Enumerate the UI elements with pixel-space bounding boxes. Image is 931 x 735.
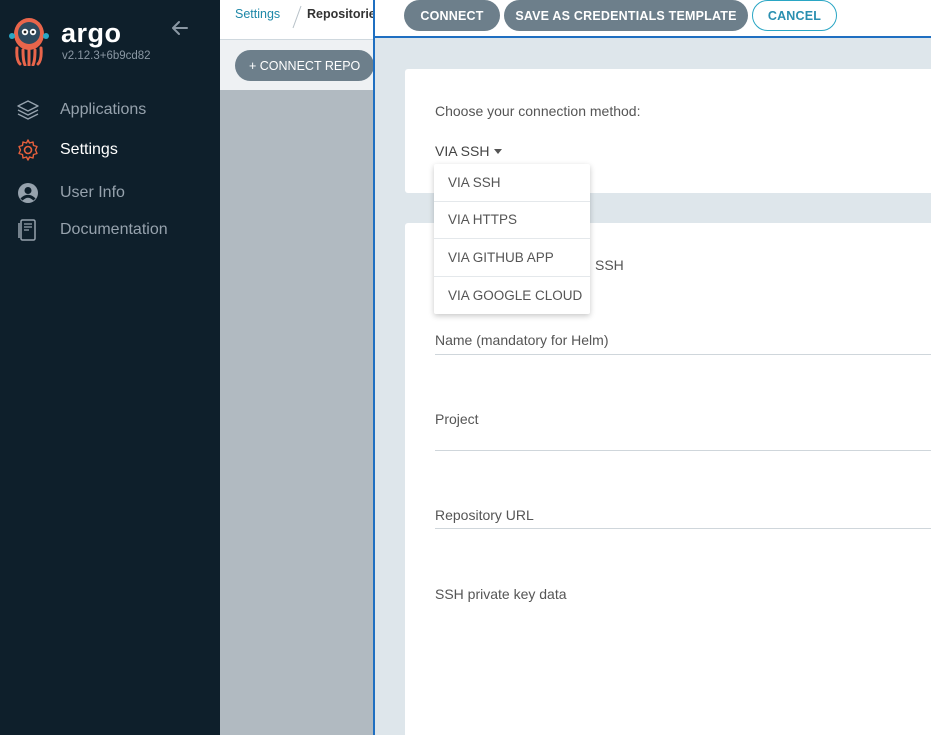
breadcrumb-separator-icon [292,5,302,29]
ssh-private-key-field-label: SSH private key data [435,586,567,602]
sidebar-item-label: User Info [60,184,125,201]
project-field[interactable]: Project [435,411,931,451]
dropdown-option-github-app[interactable]: VIA GITHUB APP [434,239,590,277]
breadcrumb-repositories: Repositories [307,7,383,21]
brand-name: argo [61,18,122,48]
panel-header: CONNECT SAVE AS CREDENTIALS TEMPLATE CAN… [375,0,931,38]
dropdown-option-https[interactable]: VIA HTTPS [434,202,590,239]
name-field-label: Name (mandatory for Helm) [435,332,609,348]
section-title: SSH [595,257,624,273]
arrow-left-icon[interactable] [170,18,190,38]
argo-logo-icon[interactable] [8,14,50,66]
version-label: v2.12.3+6b9cd82 [62,50,151,62]
sidebar-item-applications[interactable]: Applications [16,97,146,123]
repository-url-field-label: Repository URL [435,507,534,523]
name-field-underline [435,354,931,355]
dropdown-option-google-cloud[interactable]: VIA GOOGLE CLOUD [434,277,590,315]
sidebar-item-label: Settings [60,141,118,158]
project-field-underline [435,450,931,451]
repository-url-field-underline [435,528,931,529]
connect-repo-button[interactable]: + CONNECT REPO [235,50,375,81]
breadcrumb-settings[interactable]: Settings [235,7,280,21]
connection-method-select[interactable]: VIA SSH [435,143,503,159]
ssh-private-key-field[interactable]: SSH private key data [435,586,931,602]
gear-icon [16,138,40,162]
connect-repo-panel: CONNECT SAVE AS CREDENTIALS TEMPLATE CAN… [373,0,931,735]
save-as-credentials-template-button[interactable]: SAVE AS CREDENTIALS TEMPLATE [504,0,748,31]
repository-url-field[interactable]: Repository URL [435,507,931,529]
sidebar-item-label: Documentation [60,221,168,238]
user-icon [16,181,40,205]
cancel-button[interactable]: CANCEL [752,0,837,31]
layers-icon [16,98,40,122]
connection-method-label: Choose your connection method: [435,103,641,119]
name-field[interactable]: Name (mandatory for Helm) [435,332,931,355]
sidebar-item-settings[interactable]: Settings [16,137,118,163]
sidebar-item-label: Applications [60,101,147,118]
book-icon [16,218,40,242]
caret-down-icon [494,148,503,154]
dropdown-option-ssh[interactable]: VIA SSH [434,164,590,202]
sidebar: argo v2.12.3+6b9cd82 Applications Settin… [0,0,220,735]
sidebar-item-documentation[interactable]: Documentation [16,217,168,243]
connection-method-dropdown: VIA SSH VIA HTTPS VIA GITHUB APP VIA GOO… [434,164,590,314]
sidebar-item-user-info[interactable]: User Info [16,180,125,206]
project-field-label: Project [435,411,479,427]
connect-button[interactable]: CONNECT [404,0,500,31]
connection-method-value: VIA SSH [435,143,490,159]
